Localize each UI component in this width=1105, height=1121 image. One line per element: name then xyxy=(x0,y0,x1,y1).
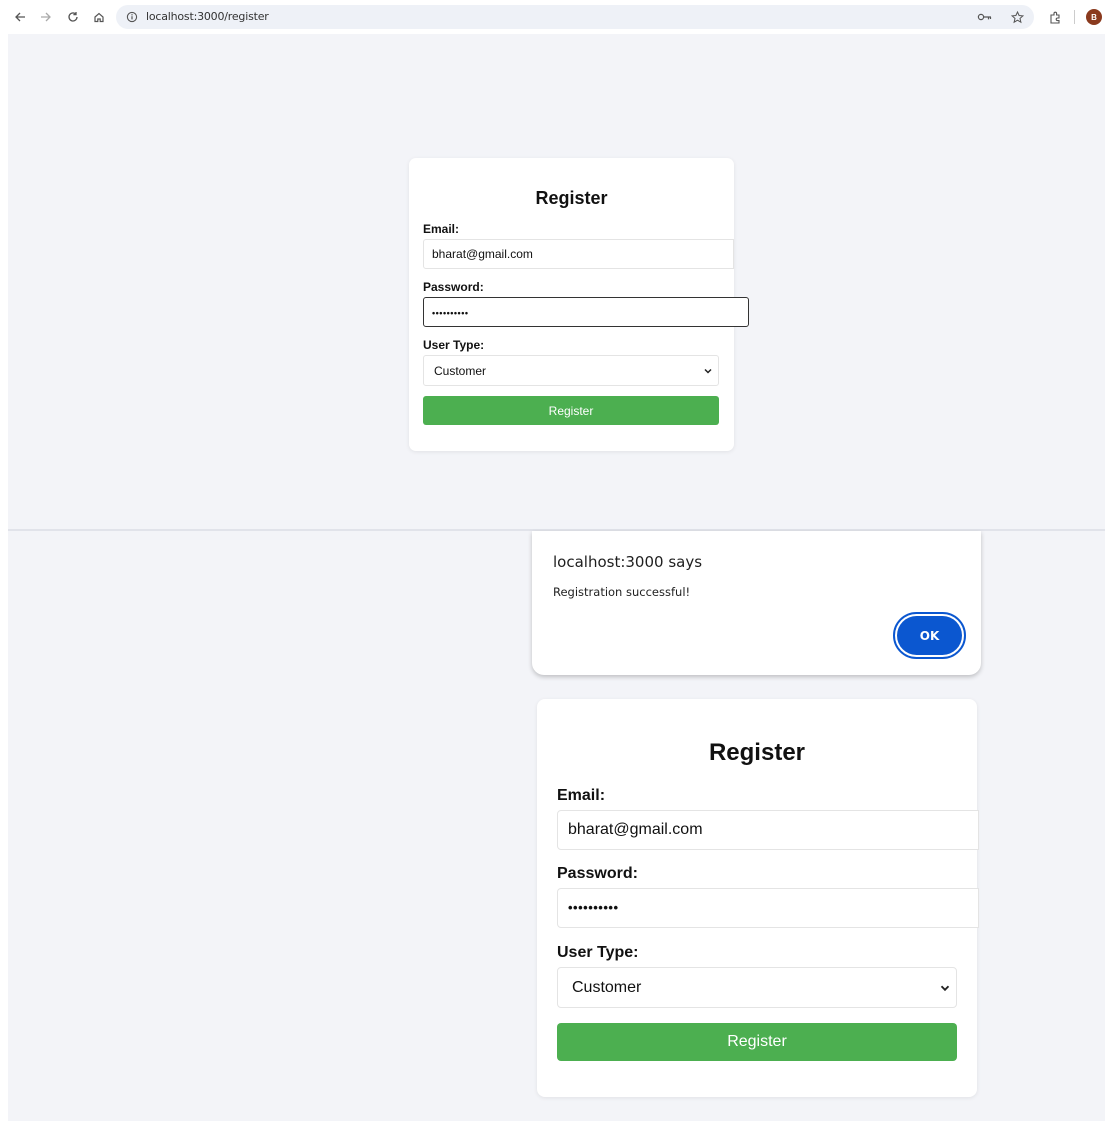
password-label: Password: xyxy=(557,865,638,882)
user-type-value: Customer xyxy=(572,979,642,996)
dialog-message: Registration successful! xyxy=(553,585,691,599)
password-value: •••••••••• xyxy=(568,900,619,915)
back-icon[interactable] xyxy=(12,9,28,25)
user-type-select[interactable]: Customer xyxy=(557,967,957,1008)
home-icon[interactable] xyxy=(91,9,107,25)
password-value: •••••••••• xyxy=(432,308,469,318)
register-button[interactable]: Register xyxy=(557,1023,957,1061)
email-label: Email: xyxy=(423,222,460,236)
site-info-icon[interactable] xyxy=(124,9,140,25)
email-value: bharat@gmail.com xyxy=(432,247,533,261)
password-key-icon[interactable] xyxy=(977,9,993,25)
register-button[interactable]: Register xyxy=(423,396,719,425)
bookmark-star-icon[interactable] xyxy=(1009,9,1025,25)
reload-icon[interactable] xyxy=(65,9,81,25)
email-label: Email: xyxy=(557,787,606,804)
ok-button[interactable]: OK xyxy=(897,616,962,655)
register-card-small: Register Email: bharat@gmail.com Passwor… xyxy=(409,158,749,451)
email-value: bharat@gmail.com xyxy=(568,821,703,838)
toolbar-divider xyxy=(1074,10,1075,24)
dialog-title: localhost:3000 says xyxy=(553,553,703,571)
user-type-value: Customer xyxy=(434,364,487,378)
chevron-down-icon xyxy=(940,985,950,992)
password-input[interactable]: •••••••••• xyxy=(423,297,749,327)
user-type-select[interactable]: Customer xyxy=(423,355,719,386)
chevron-down-icon xyxy=(704,368,712,374)
url-text[interactable]: localhost:3000/register xyxy=(146,10,269,23)
forward-icon[interactable] xyxy=(38,9,54,25)
profile-avatar[interactable]: B xyxy=(1086,9,1102,25)
alert-dialog: localhost:3000 says Registration success… xyxy=(532,531,981,675)
browser-toolbar: localhost:3000/register B xyxy=(0,0,1105,34)
email-input[interactable]: bharat@gmail.com xyxy=(557,810,979,850)
user-type-label: User Type: xyxy=(423,338,485,352)
address-bar[interactable]: localhost:3000/register xyxy=(116,5,1034,29)
password-input[interactable]: •••••••••• xyxy=(557,888,979,928)
password-label: Password: xyxy=(423,280,484,294)
register-title: Register xyxy=(535,188,608,208)
register-title: Register xyxy=(708,739,806,766)
user-type-label: User Type: xyxy=(557,944,639,961)
extensions-icon[interactable] xyxy=(1047,9,1063,25)
email-input[interactable]: bharat@gmail.com xyxy=(423,239,734,269)
register-card-large: Register Email: bharat@gmail.com Passwor… xyxy=(537,699,979,1097)
